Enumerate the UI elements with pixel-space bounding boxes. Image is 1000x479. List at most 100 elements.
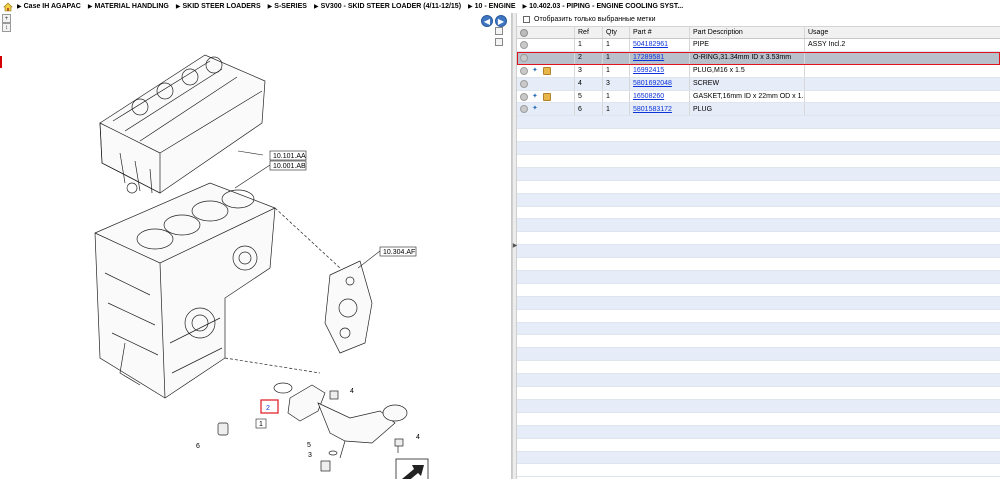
package-icon[interactable] — [543, 92, 551, 101]
breadcrumb-item-model[interactable]: ▶ SV300 - SKID STEER LOADER (4/11-12/15) — [314, 3, 461, 10]
ref-label-4[interactable]: 4 — [350, 388, 354, 395]
add-to-cart-icon[interactable] — [520, 79, 528, 88]
empty-table-row — [517, 348, 1000, 362]
fit-view-icon[interactable]: ↕ — [2, 23, 11, 32]
callout-10-304-af[interactable]: 10.304.AF — [357, 246, 417, 269]
package-icon[interactable] — [543, 66, 551, 75]
part-number-link[interactable]: 17289581 — [633, 54, 664, 61]
row-ref: 4 — [575, 77, 603, 90]
empty-table-row — [517, 296, 1000, 310]
header-qty[interactable]: Qty — [603, 27, 630, 38]
pipe-drawing — [287, 384, 408, 459]
empty-table-row — [517, 283, 1000, 297]
breadcrumb-item-series[interactable]: ▶ S-SERIES — [268, 3, 307, 10]
breadcrumb-label[interactable]: 10 - ENGINE — [475, 3, 516, 10]
row-icons: ✦ — [517, 90, 575, 103]
empty-table-row — [517, 399, 1000, 413]
row-part-number: 16992415 — [630, 64, 690, 77]
table-row[interactable]: ✦ 3 1 16992415 PLUG,M16 x 1.5 — [517, 64, 1000, 78]
add-to-cart-icon[interactable] — [520, 105, 528, 114]
row-part-number: 5801583172 — [630, 103, 690, 116]
table-row[interactable]: 4 3 5801692048 SCREW — [517, 77, 1000, 91]
breadcrumb-label[interactable]: S-SERIES — [274, 3, 307, 10]
add-to-cart-icon[interactable] — [520, 92, 528, 101]
selection-marker — [0, 56, 2, 68]
wrench-icon[interactable]: ✦ — [532, 105, 540, 113]
empty-table-row — [517, 180, 1000, 194]
row-ref: 5 — [575, 90, 603, 103]
filter-bar: Отобразить только выбранные метки — [517, 13, 1000, 27]
empty-table-row — [517, 438, 1000, 452]
breadcrumb-label[interactable]: 10.402.03 - PIPING - ENGINE COOLING SYST… — [529, 3, 683, 10]
breadcrumb-label[interactable]: SKID STEER LOADERS — [182, 3, 260, 10]
wrench-icon[interactable]: ✦ — [532, 93, 540, 101]
ref-number: 1 — [259, 421, 263, 428]
row-icons — [517, 77, 575, 90]
part-number-link[interactable]: 5801692048 — [633, 80, 672, 87]
row-description: PIPE — [690, 39, 805, 51]
filter-label: Отобразить только выбранные метки — [534, 16, 656, 23]
ref-label-5[interactable]: 5 — [307, 442, 311, 449]
header-icon-column[interactable] — [517, 27, 575, 38]
part-number-link[interactable]: 16508260 — [633, 93, 664, 100]
callout-10-001-ab[interactable]: 10.001.AB — [234, 160, 307, 189]
empty-table-row — [517, 451, 1000, 465]
breadcrumb-label[interactable]: Case IH AGAPAC — [24, 3, 81, 10]
callout-10-101-aa[interactable]: 10.101.AA — [237, 150, 307, 161]
ref-number: 2 — [266, 405, 270, 412]
empty-table-row — [517, 425, 1000, 439]
header-usage[interactable]: Usage — [805, 27, 1000, 38]
table-row-selected[interactable]: 2 1 17289581 O-RING,31.34mm ID x 3.53mm — [517, 51, 1000, 65]
ref-label-2[interactable]: 2 — [260, 399, 279, 414]
breadcrumb-label[interactable]: SV300 - SKID STEER LOADER (4/11-12/15) — [321, 3, 461, 10]
part-number-link[interactable]: 16992415 — [633, 67, 664, 74]
window-maximize-icon[interactable] — [495, 38, 503, 46]
wrench-icon[interactable]: ✦ — [532, 67, 540, 75]
breadcrumb-item-current[interactable]: ▶ 10.402.03 - PIPING - ENGINE COOLING SYS… — [523, 3, 684, 10]
breadcrumb-item-brand[interactable]: ▶ Case IH AGAPAC — [17, 3, 81, 10]
next-arrow-icon[interactable]: ▶ — [495, 15, 507, 27]
pump-housing-drawing — [324, 260, 373, 354]
home-icon[interactable] — [3, 2, 13, 12]
header-description[interactable]: Part Description — [690, 27, 805, 38]
row-usage — [805, 65, 1000, 77]
table-row[interactable]: ✦ 6 1 5801583172 PLUG — [517, 103, 1000, 117]
ref-label-3[interactable]: 3 — [308, 452, 312, 459]
breadcrumb-label[interactable]: MATERIAL HANDLING — [94, 3, 168, 10]
table-body: 1 1 504182961 PIPE ASSY Incl.2 2 1 17289… — [517, 39, 1000, 478]
select-all-icon[interactable] — [520, 28, 528, 37]
table-row[interactable]: 1 1 504182961 PIPE ASSY Incl.2 — [517, 39, 1000, 52]
row-icons — [517, 39, 575, 51]
header-ref[interactable]: Ref — [575, 27, 603, 38]
part-number-link[interactable]: 504182961 — [633, 41, 668, 48]
row-part-number: 17289581 — [630, 51, 690, 64]
zoom-in-icon[interactable]: + — [2, 14, 11, 23]
breadcrumb-item-engine[interactable]: ▶ 10 - ENGINE — [468, 3, 515, 10]
row-usage — [805, 78, 1000, 90]
empty-table-row — [517, 245, 1000, 259]
empty-table-row — [517, 116, 1000, 130]
empty-table-row — [517, 193, 1000, 207]
row-qty: 1 — [603, 103, 630, 116]
add-to-cart-icon[interactable] — [520, 40, 528, 49]
row-usage — [805, 52, 1000, 64]
previous-arrow-icon[interactable]: ◀ — [481, 15, 493, 27]
ref-label-6[interactable]: 6 — [196, 443, 200, 450]
breadcrumb-item-skid-steer[interactable]: ▶ SKID STEER LOADERS — [176, 3, 261, 10]
empty-table-row — [517, 412, 1000, 426]
table-row[interactable]: ✦ 5 1 16508260 GASKET,16mm ID x 22mm OD … — [517, 90, 1000, 104]
row-qty: 1 — [603, 90, 630, 103]
row-ref: 1 — [575, 39, 603, 51]
show-selected-only-checkbox[interactable] — [523, 16, 530, 23]
part-number-link[interactable]: 5801583172 — [633, 106, 672, 113]
breadcrumb-item-material-handling[interactable]: ▶ MATERIAL HANDLING — [88, 3, 169, 10]
empty-table-row — [517, 387, 1000, 400]
engine-block-drawing — [94, 182, 276, 399]
window-restore-icon[interactable] — [495, 27, 503, 35]
row-description: O-RING,31.34mm ID x 3.53mm — [690, 51, 805, 64]
add-to-cart-icon[interactable] — [520, 53, 528, 62]
header-part-number[interactable]: Part # — [630, 27, 690, 38]
ref-label-1[interactable]: 1 — [255, 418, 267, 429]
add-to-cart-icon[interactable] — [520, 66, 528, 75]
ref-label-4[interactable]: 4 — [416, 434, 420, 441]
